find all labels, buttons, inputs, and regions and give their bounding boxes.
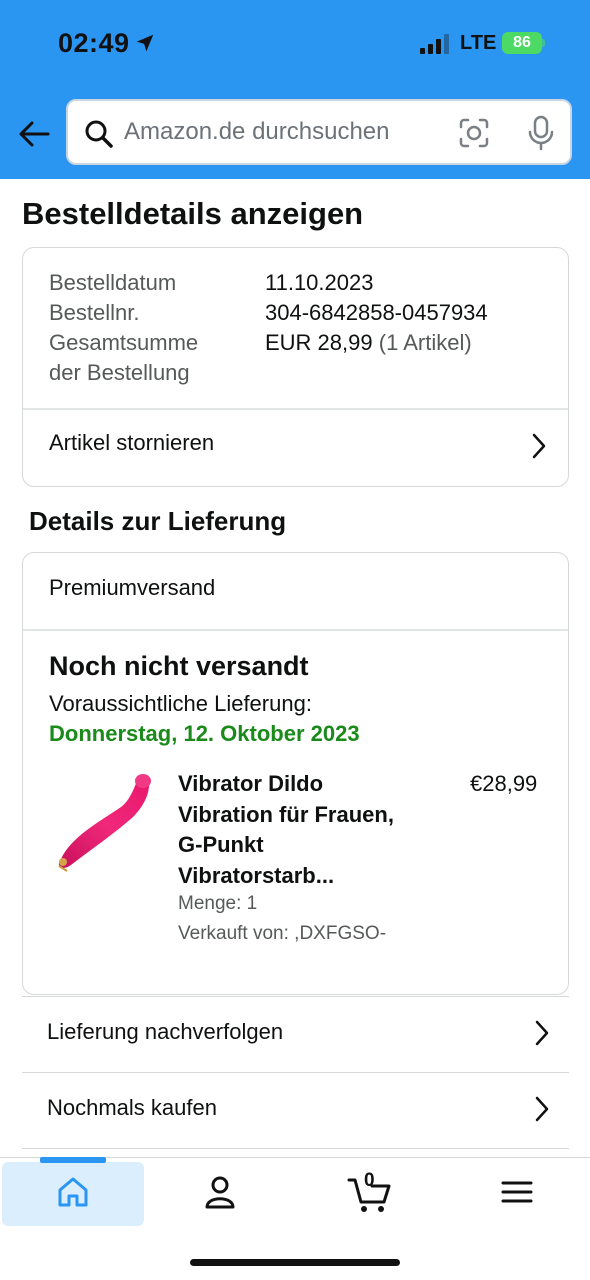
delivery-card: Premiumversand Noch nicht versandt Vorau… — [22, 552, 569, 995]
signal-icon — [420, 34, 449, 54]
order-total-amount: EUR 28,99 — [265, 330, 373, 355]
chevron-right-icon — [535, 1020, 549, 1046]
account-icon[interactable] — [200, 1172, 240, 1212]
order-total-value: EUR 28,99 (1 Artikel) — [265, 328, 472, 358]
chevron-right-icon — [532, 433, 546, 459]
top-bar: 02:49 LTE 86 — [0, 0, 590, 179]
product-image[interactable] — [49, 767, 159, 877]
eta-label: Voraussichtliche Lieferung: — [49, 691, 312, 716]
order-date-value: 11.10.2023 — [265, 270, 374, 295]
home-icon[interactable] — [53, 1172, 93, 1212]
status-time: 02:49 — [58, 28, 130, 58]
camera-scan-icon[interactable] — [458, 117, 490, 149]
product-title-line: Vibrator Dildo — [178, 771, 324, 796]
product-title-line: Vibration für Frauen, — [178, 801, 394, 827]
search-icon — [85, 120, 113, 148]
track-delivery-label: Lieferung nachverfolgen — [47, 1019, 284, 1044]
order-total-items: (1 Artikel) — [378, 330, 472, 355]
divider — [23, 629, 568, 631]
order-number-value: 304-6842858-0457934 — [265, 300, 488, 325]
product-title[interactable]: Vibrator Dildo Vibration für Frauen, G-P… — [178, 769, 428, 891]
search-input[interactable] — [124, 101, 444, 163]
buy-again-row[interactable]: Nochmals kaufen — [22, 1072, 569, 1148]
order-date-label: Bestelldatum — [49, 270, 177, 295]
cancel-item-label: Artikel stornieren — [49, 430, 215, 455]
product-title-line: Vibratorstarb... — [178, 862, 335, 888]
back-arrow-icon — [19, 121, 50, 147]
microphone-icon[interactable] — [526, 115, 556, 151]
cancel-item-row[interactable]: Artikel stornieren — [23, 410, 568, 486]
page-title: Bestelldetails anzeigen — [22, 196, 364, 231]
shipment-status: Noch nicht versandt — [49, 651, 309, 681]
location-arrow-icon — [136, 34, 154, 52]
home-indicator — [190, 1259, 400, 1266]
product-title-line: G-Punkt — [178, 832, 264, 857]
menu-icon[interactable] — [497, 1172, 537, 1212]
delivery-section-title: Details zur Lieferung — [29, 506, 287, 536]
product-quantity: Menge: 1 — [178, 893, 258, 914]
product-price: €28,99 — [470, 771, 538, 796]
cart-button[interactable]: 0 — [346, 1168, 394, 1216]
shipping-type: Premiumversand — [49, 575, 216, 600]
buy-again-label: Nochmals kaufen — [47, 1095, 217, 1120]
eta-date: Donnerstag, 12. Oktober 2023 — [49, 721, 360, 746]
battery-indicator: 86 — [502, 32, 542, 54]
order-summary-card: Bestelldatum 11.10.2023 Bestellnr. 304-6… — [22, 247, 569, 487]
order-number-label: Bestellnr. — [49, 300, 140, 325]
cart-count: 0 — [364, 1170, 375, 1191]
search-bar[interactable] — [66, 99, 572, 165]
battery-tip — [542, 39, 545, 47]
network-type: LTE — [460, 32, 497, 54]
product-seller: Verkauft von: ,DXFGSO- — [178, 923, 387, 944]
order-total-label-1: Gesamtsumme — [49, 330, 199, 355]
back-button[interactable] — [14, 112, 54, 156]
track-delivery-row[interactable]: Lieferung nachverfolgen — [22, 996, 569, 1072]
active-tab-indicator — [40, 1157, 106, 1163]
chevron-right-icon — [535, 1096, 549, 1122]
order-total-label-2: der Bestellung — [49, 360, 190, 385]
